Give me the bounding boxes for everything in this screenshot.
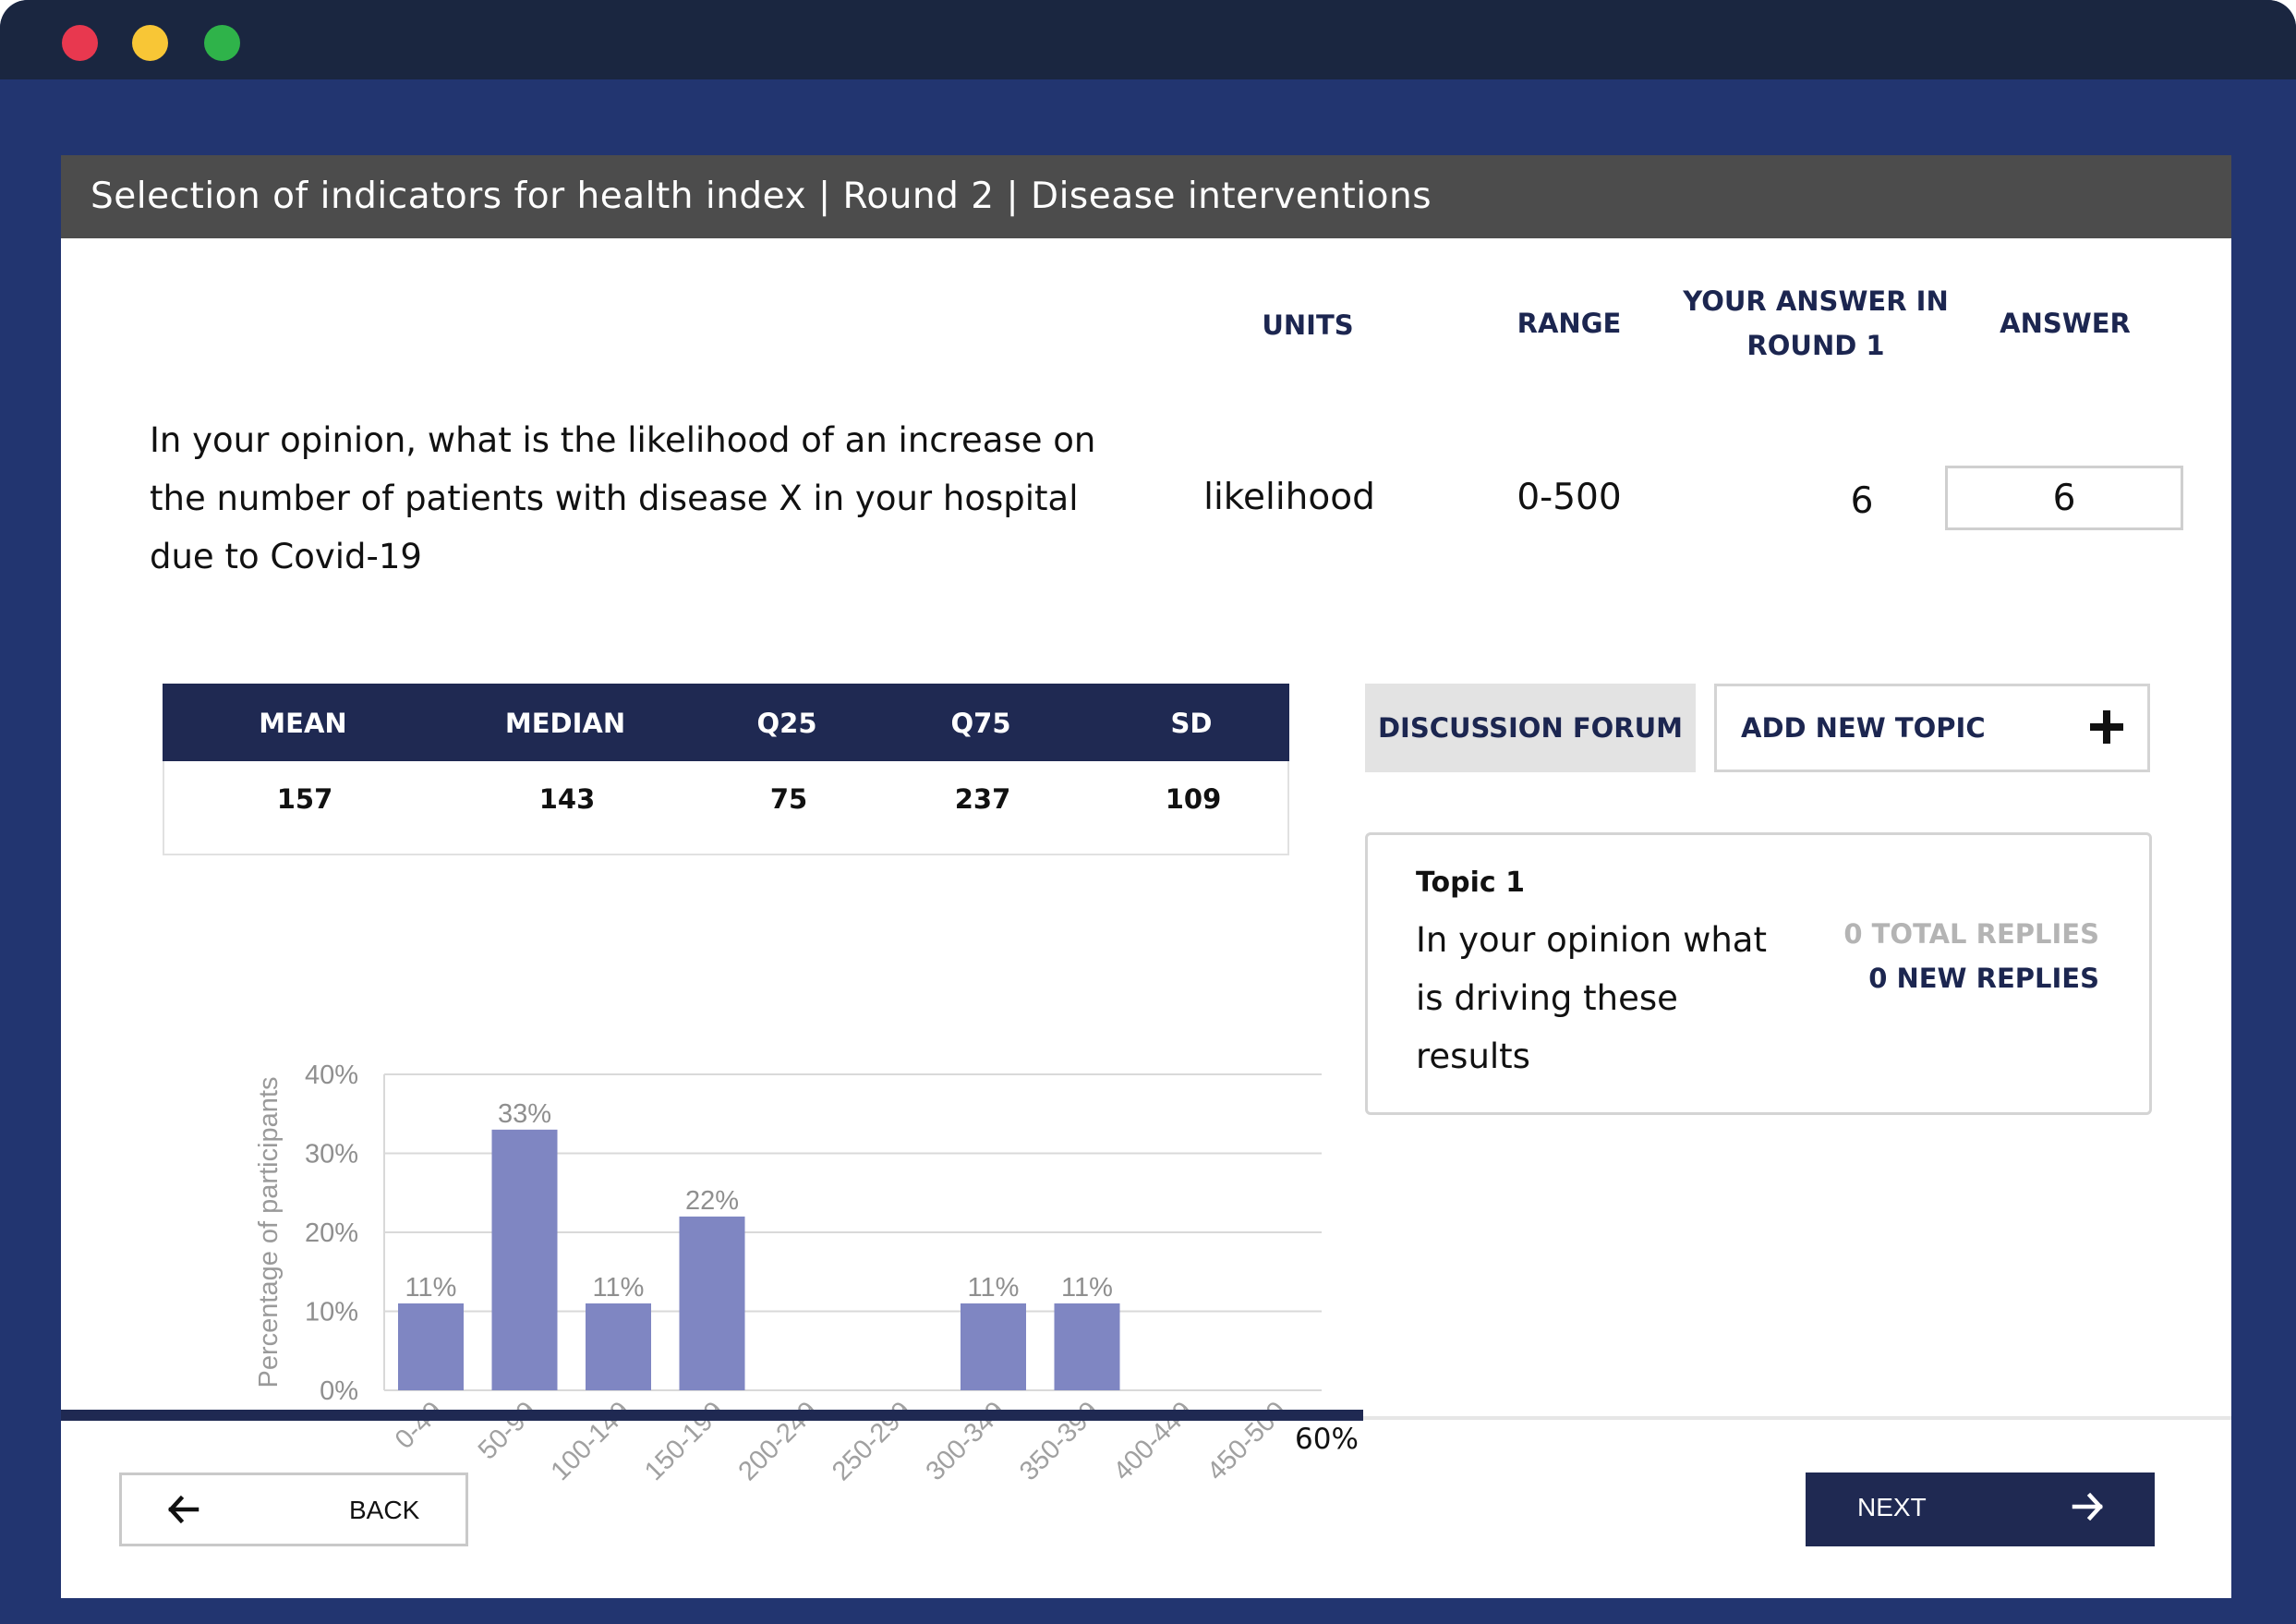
stats-header-q25: Q25	[756, 708, 817, 739]
stats-value-mean: 157	[276, 783, 333, 815]
stats-table: MEAN MEDIAN Q25 Q75 SD 157 143 75 237 10…	[163, 684, 1289, 855]
round1-header-line2: ROUND 1	[1746, 330, 1885, 361]
window-titlebar	[0, 0, 2296, 79]
data-label: 33%	[498, 1099, 551, 1129]
bar	[398, 1303, 464, 1390]
topic-title: Topic 1	[1416, 867, 1525, 899]
stats-value-median: 143	[538, 783, 596, 815]
y-axis-title: Percentage of participants	[254, 1077, 284, 1388]
back-button-label: BACK	[349, 1496, 420, 1524]
y-tick-label: 10%	[305, 1298, 358, 1327]
minimize-window-button[interactable]	[132, 25, 168, 61]
add-new-topic-label: ADD NEW TOPIC	[1741, 712, 1986, 744]
back-button[interactable]: BACK	[119, 1473, 468, 1546]
topic-text: In your opinion what is driving these re…	[1416, 920, 1767, 1076]
y-tick-label: 30%	[305, 1140, 358, 1170]
stats-table-header: MEAN MEDIAN Q25 Q75 SD	[163, 684, 1289, 761]
arrow-right-icon	[2072, 1493, 2103, 1521]
range-value: 0-500	[1517, 477, 1622, 518]
data-label: 11%	[1061, 1273, 1113, 1303]
bar	[491, 1129, 558, 1390]
x-tick-label: 50-99	[473, 1396, 542, 1465]
next-button-label: NEXT	[1857, 1493, 1927, 1521]
units-value: likelihood	[1203, 477, 1375, 518]
round1-column-header: YOUR ANSWER IN ROUND 1	[1659, 279, 1973, 368]
stats-value-q25: 75	[769, 783, 808, 815]
plus-icon	[2090, 710, 2123, 744]
stats-header-median: MEDIAN	[504, 708, 626, 739]
progress-bar	[61, 1410, 1363, 1421]
data-label: 11%	[593, 1273, 645, 1303]
x-tick-label: 0-49	[390, 1396, 449, 1455]
add-new-topic-button[interactable]: ADD NEW TOPIC	[1714, 684, 2150, 772]
y-tick-label: 20%	[305, 1218, 358, 1248]
survey-panel: Selection of indicators for health index…	[61, 155, 2231, 1598]
bar	[679, 1216, 745, 1390]
next-button[interactable]: NEXT	[1806, 1473, 2155, 1546]
stats-header-sd: SD	[1170, 708, 1213, 739]
topic-card[interactable]: Topic 1 In your opinion what is driving …	[1365, 832, 2152, 1115]
total-replies-count: 0 TOTAL REPLIES	[1843, 918, 2099, 950]
answer-column-header: ANSWER	[2000, 308, 2131, 339]
progress-label: 60%	[1295, 1423, 1359, 1456]
page-title: Selection of indicators for health index…	[91, 176, 1432, 217]
answer-input[interactable]	[1945, 466, 2183, 530]
data-label: 11%	[968, 1273, 1020, 1303]
data-label: 11%	[405, 1273, 457, 1303]
stats-header-mean: MEAN	[259, 708, 347, 739]
bar	[1054, 1303, 1120, 1390]
round1-header-line1: YOUR ANSWER IN	[1683, 285, 1949, 317]
arrow-left-icon	[168, 1496, 199, 1523]
y-tick-label: 40%	[305, 1060, 358, 1090]
bar	[586, 1303, 651, 1390]
close-window-button[interactable]	[62, 25, 98, 61]
question-text: In your opinion, what is the likelihood …	[150, 420, 1096, 576]
data-label: 22%	[685, 1186, 739, 1216]
stats-value-sd: 109	[1165, 783, 1222, 815]
new-replies-count: 0 NEW REPLIES	[1868, 963, 2099, 994]
stats-value-q75: 237	[954, 783, 1011, 815]
distribution-bar-chart: 0% 10% 20% 30% 40% Percentage of participants…	[254, 1060, 1322, 1486]
app-window: Selection of indicators for health index…	[0, 0, 2296, 1624]
bar	[961, 1303, 1026, 1390]
stats-header-q75: Q75	[950, 708, 1011, 739]
y-tick-label: 0%	[320, 1376, 358, 1406]
discussion-forum-tab[interactable]: DISCUSSION FORUM	[1365, 684, 1696, 772]
panel-header: Selection of indicators for health index…	[61, 155, 2231, 238]
units-column-header: UNITS	[1262, 309, 1354, 341]
maximize-window-button[interactable]	[204, 25, 240, 61]
